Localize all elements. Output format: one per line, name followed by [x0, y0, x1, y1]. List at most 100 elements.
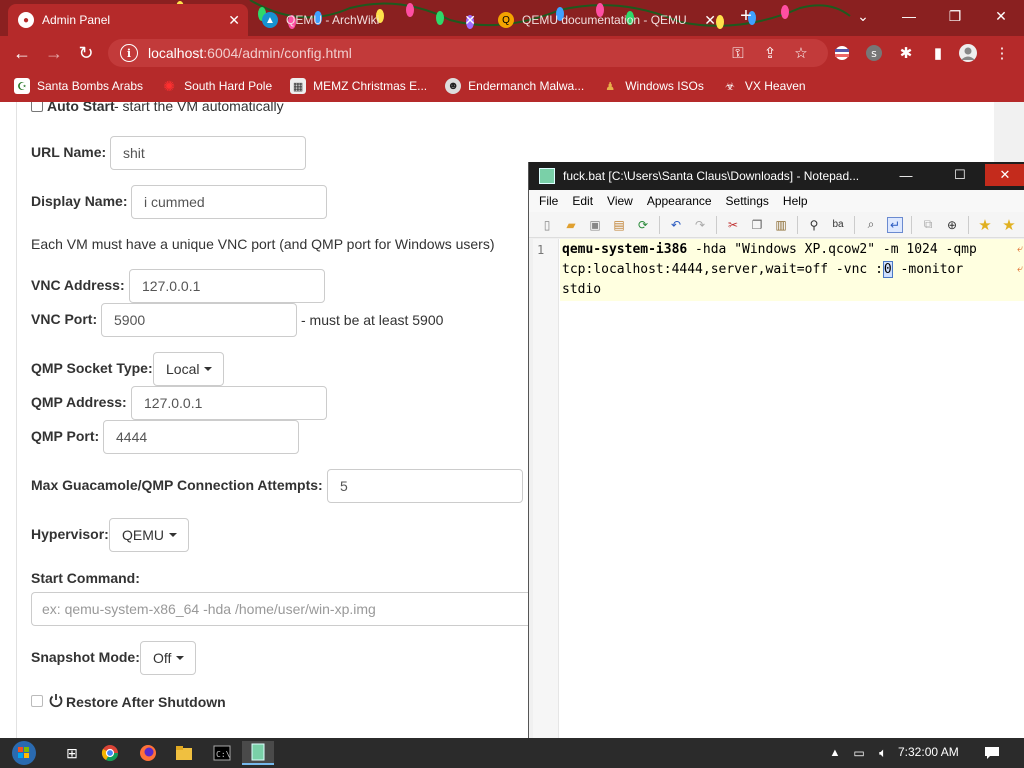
site-info-icon[interactable]: i	[120, 44, 138, 62]
new-file-icon[interactable]: ▯	[539, 217, 555, 233]
add-favorite-icon[interactable]: ★	[1001, 217, 1017, 234]
restore-button[interactable]: ❐	[932, 0, 978, 32]
bookmark-label: Windows ISOs	[625, 79, 704, 93]
undo-icon[interactable]: ↶	[668, 217, 684, 233]
menu-settings[interactable]: Settings	[726, 194, 769, 208]
network-icon[interactable]: ▭	[848, 741, 870, 765]
hypervisor-dropdown[interactable]: QEMU	[109, 518, 189, 552]
menu-view[interactable]: View	[607, 194, 633, 208]
notepad-close-button[interactable]: ✕	[985, 164, 1024, 186]
kebab-icon[interactable]: ⋮	[992, 43, 1012, 63]
menu-edit[interactable]: Edit	[572, 194, 593, 208]
menu-appearance[interactable]: Appearance	[647, 194, 712, 208]
svg-text:s: s	[871, 47, 877, 60]
auto-start-desc: - start the VM automatically	[114, 102, 284, 114]
notepad-maximize-button[interactable]: ☐	[945, 164, 975, 186]
code-text[interactable]: qemu-system-i386 -hda "Windows XP.qcow2"…	[562, 240, 977, 300]
word-wrap-icon[interactable]: ↵	[887, 216, 903, 233]
firefox-icon[interactable]	[132, 741, 164, 765]
taskbar-clock[interactable]: 7:32:00 AM	[898, 745, 959, 759]
share-icon[interactable]: ⇪	[760, 43, 780, 63]
zoom-in-icon[interactable]: ⊕	[944, 217, 960, 233]
profile-icon[interactable]	[958, 43, 978, 63]
minimize-button[interactable]: —	[886, 0, 932, 32]
menu-help[interactable]: Help	[783, 194, 808, 208]
reload-file-icon[interactable]: ⟳	[635, 217, 651, 233]
start-orb-icon[interactable]	[4, 741, 44, 765]
star-icon[interactable]: ☆	[791, 43, 811, 63]
volume-icon[interactable]: 🔈︎	[872, 741, 894, 765]
vnc-port-input[interactable]: 5900	[101, 303, 297, 337]
save-as-icon[interactable]: ▤	[611, 217, 627, 233]
open-folder-icon[interactable]: ▰	[563, 217, 579, 233]
cut-icon[interactable]: ✂	[725, 217, 741, 233]
notepad-titlebar[interactable]: fuck.bat [C:\Users\Santa Claus\Downloads…	[529, 162, 1024, 190]
notepad-title: fuck.bat [C:\Users\Santa Claus\Downloads…	[563, 169, 860, 183]
qmp-address-input[interactable]: 127.0.0.1	[131, 386, 327, 420]
tab-qemu-docs[interactable]: Q QEMU documentation - QEMU ✕	[488, 4, 724, 36]
puzzle-icon[interactable]: ✱	[896, 43, 916, 63]
close-tab-icon[interactable]: ✕	[704, 12, 716, 29]
close-tab-icon[interactable]: ✕	[228, 12, 240, 29]
qmp-socket-dropdown[interactable]: Local	[153, 352, 224, 386]
explorer-icon[interactable]	[168, 741, 200, 765]
s-badge: s	[866, 45, 882, 61]
notepad-editor[interactable]: 1 qemu-system-i386 -hda "Windows XP.qcow…	[533, 239, 1024, 738]
auto-start-checkbox[interactable]	[31, 102, 43, 112]
display-name-label: Display Name:	[31, 193, 128, 209]
zoom-icon[interactable]: ⌕	[863, 217, 879, 233]
start-orb	[12, 741, 36, 765]
key-icon[interactable]: ⚿	[728, 43, 748, 63]
forward-button[interactable]: →	[42, 41, 66, 65]
bookmark-santa-bombs[interactable]: ☪ Santa Bombs Arabs	[14, 78, 143, 94]
hypervisor-label: Hypervisor:	[31, 526, 109, 542]
bookmark-windows-isos[interactable]: ♟ Windows ISOs	[602, 78, 704, 94]
back-button[interactable]: ←	[10, 41, 34, 65]
bookmark-memz[interactable]: ▦ MEMZ Christmas E...	[290, 78, 427, 94]
notepad-minimize-button[interactable]: —	[891, 164, 921, 186]
address-bar[interactable]: i localhost:6004/admin/config.html	[108, 39, 828, 67]
chrome-icon[interactable]	[94, 741, 126, 765]
qmp-address-label: QMP Address:	[31, 394, 127, 410]
bookmark-vx-heaven[interactable]: ☣ VX Heaven	[722, 78, 806, 94]
close-tab-icon[interactable]: ✕	[464, 12, 476, 29]
notepad-icon[interactable]	[242, 741, 274, 765]
tab-admin-panel[interactable]: ● Admin Panel ✕	[8, 4, 248, 36]
sidepanel-icon[interactable]: ▮	[928, 43, 948, 63]
bookmark-south-hard-pole[interactable]: ✺ South Hard Pole	[161, 78, 272, 94]
max-attempts-input[interactable]: 5	[327, 469, 523, 503]
bookmark-endermanch[interactable]: ☻ Endermanch Malwa...	[445, 78, 584, 94]
start-command-input[interactable]: ex: qemu-system-x86_64 -hda /home/user/w…	[31, 592, 541, 626]
restore-checkbox[interactable]	[31, 695, 43, 707]
show-hidden-icons[interactable]: ▲	[824, 741, 846, 765]
scheme-icon[interactable]: ⧉	[920, 217, 936, 233]
task-view-icon[interactable]: ⊞	[56, 741, 88, 765]
close-window-button[interactable]: ✕	[978, 0, 1024, 32]
new-tab-button[interactable]: +	[730, 0, 762, 32]
url-name-input[interactable]: shit	[110, 136, 306, 170]
vnc-address-input[interactable]: 127.0.0.1	[129, 269, 325, 303]
display-name-input[interactable]: i cummed	[131, 185, 327, 219]
find-icon[interactable]: ⚲	[806, 217, 822, 233]
snapshot-mode-dropdown[interactable]: Off	[140, 641, 196, 675]
bookmark-label: Endermanch Malwa...	[468, 79, 585, 93]
qmp-port-input[interactable]: 4444	[103, 420, 299, 454]
redo-icon[interactable]: ↷	[692, 217, 708, 233]
tab-archwiki[interactable]: ▲ QEMU - ArchWiki ✕	[252, 4, 484, 36]
save-icon[interactable]: ▣	[587, 217, 603, 233]
reload-button[interactable]: ↻	[74, 41, 98, 65]
replace-icon[interactable]: ba	[830, 217, 846, 233]
cmd-icon[interactable]: C:\	[206, 741, 238, 765]
extension-flag-icon[interactable]	[832, 43, 852, 63]
tab-search-icon[interactable]: ⌄	[840, 0, 886, 32]
menu-file[interactable]: File	[539, 194, 558, 208]
power-glyph	[49, 694, 63, 708]
paste-icon[interactable]: ▥	[773, 217, 789, 233]
favorites-icon[interactable]: ★	[977, 217, 993, 234]
chrome-logo	[101, 745, 119, 762]
text-cursor: 0	[882, 261, 893, 278]
code-line2-args: tcp:localhost:4444,server,wait=off -vnc …	[562, 262, 883, 277]
copy-icon[interactable]: ❐	[749, 217, 765, 233]
extension-s-icon[interactable]: s	[864, 43, 884, 63]
action-center-icon[interactable]	[978, 741, 1006, 765]
